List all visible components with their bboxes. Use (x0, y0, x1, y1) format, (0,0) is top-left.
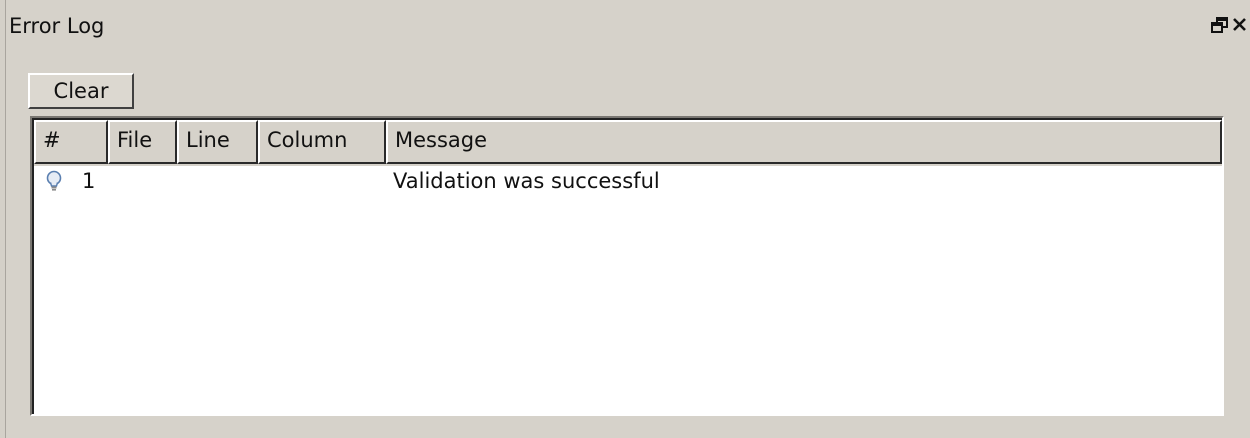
column-header-index[interactable]: # (34, 120, 108, 164)
error-table: # File Line Column Message 1 Validation … (32, 118, 1222, 414)
column-header-message[interactable]: Message (386, 120, 1222, 164)
column-header-file[interactable]: File (108, 120, 177, 164)
panel-title: Error Log (9, 14, 105, 38)
error-table-frame: # File Line Column Message 1 Validation … (30, 116, 1224, 416)
close-icon[interactable] (1228, 10, 1250, 38)
row-message: Validation was successful (393, 169, 660, 193)
column-header-line[interactable]: Line (177, 120, 258, 164)
panel-edge (0, 0, 6, 438)
panel-titlebar: Error Log (0, 0, 1250, 48)
clear-button[interactable]: Clear (28, 73, 134, 109)
lightbulb-icon (46, 170, 64, 194)
row-index: 1 (82, 169, 96, 193)
table-header: # File Line Column Message (34, 120, 1222, 166)
error-log-panel: Error Log Clear # File Line Column Messa… (0, 0, 1250, 438)
column-header-column[interactable]: Column (258, 120, 386, 164)
table-row[interactable]: 1 Validation was successful (34, 166, 1222, 198)
